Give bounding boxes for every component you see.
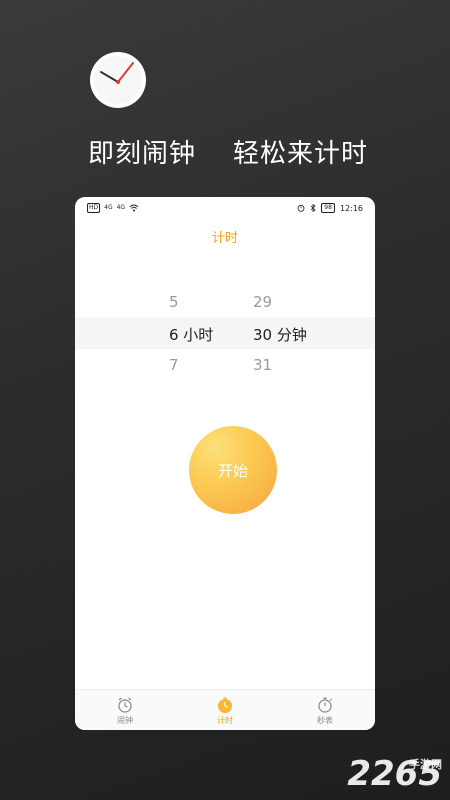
status-time: 12:16 [339, 203, 363, 213]
hours-prev[interactable]: 5 [169, 293, 179, 311]
stopwatch-icon [318, 697, 332, 713]
tab-alarm[interactable]: 闹钟 [75, 690, 175, 730]
tab-stopwatch-label: 秒表 [317, 715, 333, 725]
minutes-selected[interactable]: 30 分钟 [253, 324, 307, 345]
signal-icon-2: 4G [116, 204, 126, 211]
tab-timer[interactable]: 计时 [175, 690, 275, 730]
page-title: 计时 [211, 231, 238, 246]
battery-icon: 98 [321, 203, 335, 213]
timer-icon [218, 697, 232, 713]
alarm-status-icon [297, 204, 305, 212]
hours-next[interactable]: 7 [169, 356, 179, 374]
watermark-logo: 2265 [347, 754, 442, 794]
bottom-tab-bar: 闹钟 计时 秒表 [75, 689, 375, 730]
signal-icon: 4G [104, 204, 113, 211]
status-right: 98 12:16 [297, 203, 363, 213]
tab-alarm-label: 闹钟 [117, 715, 133, 725]
minutes-prev[interactable]: 29 [253, 293, 272, 311]
picker-selection-band [75, 317, 375, 349]
tab-stopwatch[interactable]: 秒表 [275, 690, 375, 730]
phone-screen: HD 4G 4G 98 12:16 计时 5 6 小时 7 29 30 分钟 3… [75, 197, 375, 730]
hours-selected[interactable]: 6 小时 [169, 324, 213, 345]
minutes-next[interactable]: 31 [253, 356, 272, 374]
clock-logo-icon [90, 52, 146, 108]
start-button[interactable]: 开始 [189, 426, 277, 514]
alarm-clock-icon [118, 697, 132, 713]
bluetooth-icon [311, 204, 316, 212]
status-bar: HD 4G 4G 98 12:16 [75, 197, 375, 219]
tab-timer-label: 计时 [217, 715, 233, 725]
status-left: HD 4G 4G [87, 203, 139, 213]
hd-icon: HD [87, 203, 101, 213]
wifi-icon [129, 204, 139, 212]
start-button-label: 开始 [217, 461, 248, 480]
promo-headline: 即刻闹钟 轻松来计时 [88, 139, 369, 169]
